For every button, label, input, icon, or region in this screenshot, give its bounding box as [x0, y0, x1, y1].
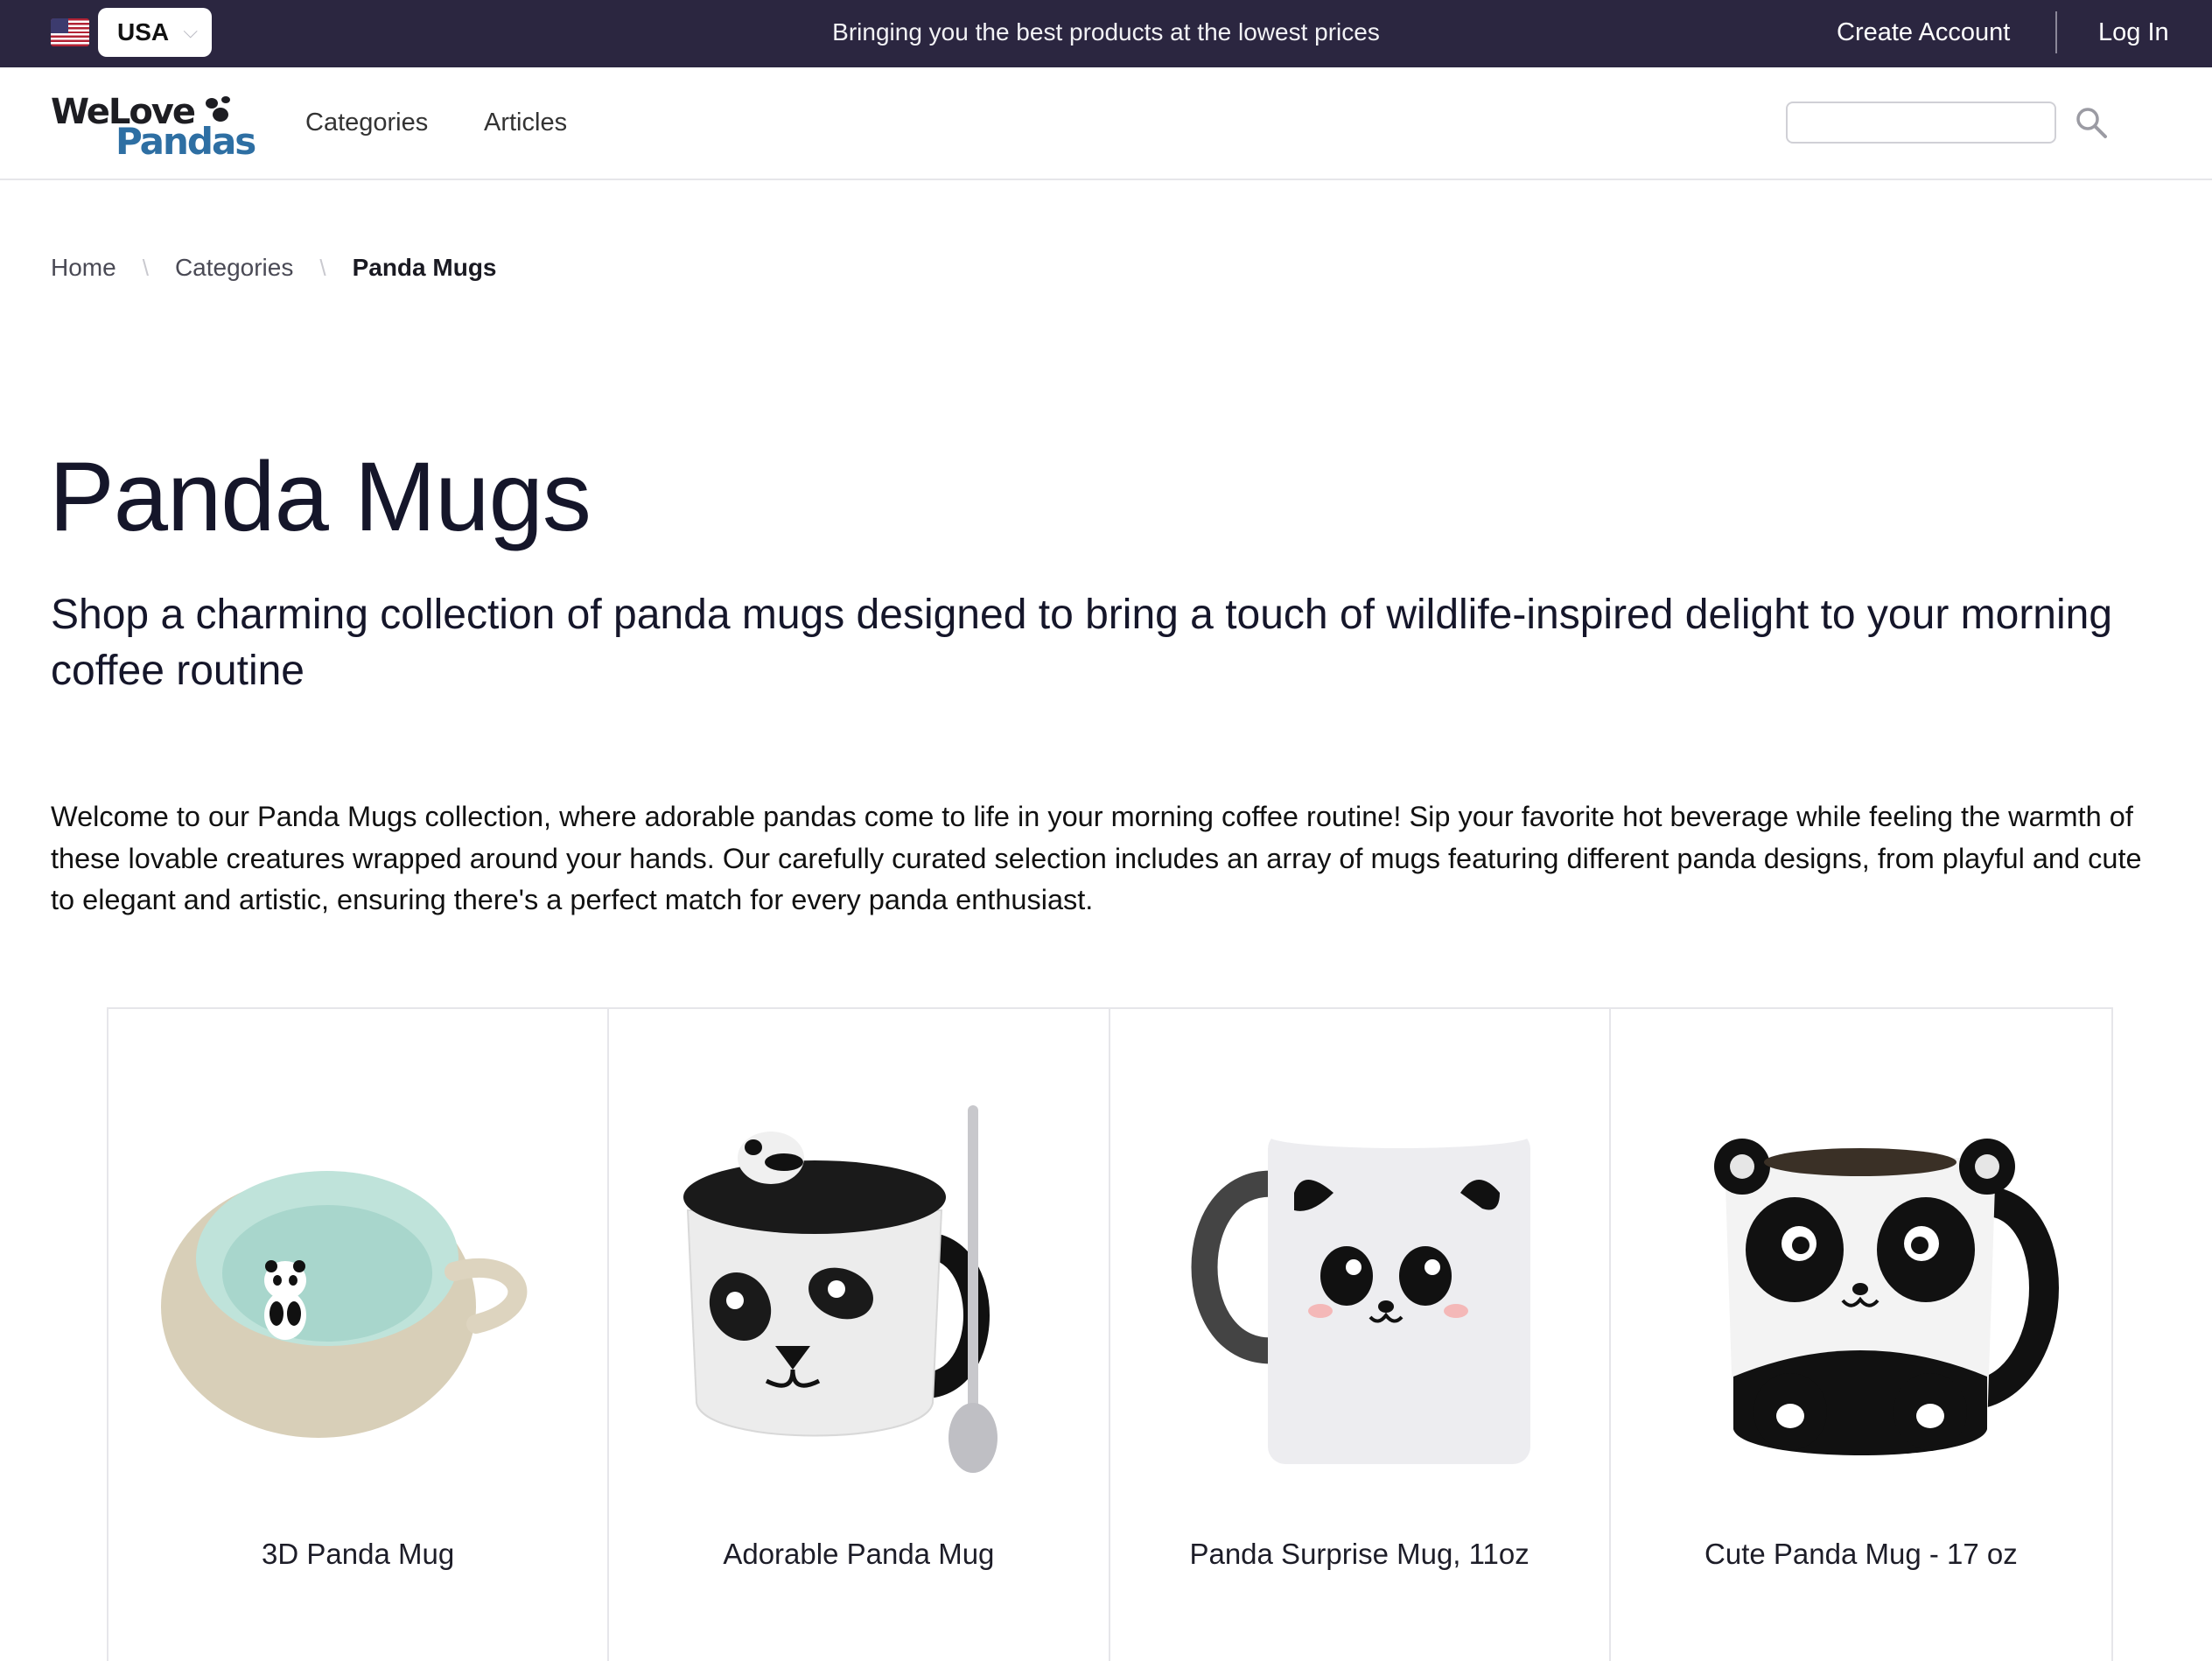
product-card[interactable]: Cute Panda Mug - 17 oz — [1611, 1009, 2111, 1661]
product-name[interactable]: Adorable Panda Mug — [609, 1538, 1108, 1571]
product-image[interactable] — [144, 1044, 575, 1517]
product-image[interactable] — [644, 1044, 1075, 1517]
logo-line-2: Pandas — [116, 120, 256, 163]
breadcrumb-categories[interactable]: Categories — [175, 254, 293, 282]
topbar-divider — [2055, 11, 2057, 53]
breadcrumb: Home \ Categories \ Panda Mugs — [51, 250, 497, 285]
search-icon[interactable] — [2074, 105, 2109, 140]
nav-categories[interactable]: Categories — [305, 67, 428, 180]
product-image[interactable] — [1646, 1044, 2077, 1517]
product-image[interactable] — [1145, 1044, 1577, 1517]
create-account-link[interactable]: Create Account — [1837, 0, 2010, 65]
page-title: Panda Mugs — [49, 442, 592, 551]
site-header: WeLove Pandas Categories Articles — [0, 67, 2212, 180]
breadcrumb-separator: \ — [142, 254, 149, 281]
product-grid: 3D Panda Mug Adorable Panda Mug Panda Su… — [107, 1007, 2113, 1661]
page-description: Welcome to our Panda Mugs collection, wh… — [51, 801, 2142, 915]
site-logo[interactable]: WeLove Pandas — [51, 92, 261, 163]
product-card[interactable]: 3D Panda Mug — [108, 1009, 610, 1661]
product-name[interactable]: Panda Surprise Mug, 11oz — [1110, 1538, 1609, 1571]
product-card[interactable]: Adorable Panda Mug — [609, 1009, 1110, 1661]
breadcrumb-current: Panda Mugs — [352, 254, 497, 281]
product-name[interactable]: Cute Panda Mug - 17 oz — [1611, 1538, 2111, 1571]
log-in-link[interactable]: Log In — [2098, 0, 2169, 65]
product-name[interactable]: 3D Panda Mug — [108, 1538, 607, 1571]
breadcrumb-home[interactable]: Home — [51, 254, 116, 282]
nav-articles[interactable]: Articles — [484, 67, 567, 180]
search-input[interactable] — [1786, 102, 2056, 144]
page-subtitle: Shop a charming collection of panda mugs… — [51, 592, 2113, 694]
top-bar: USA ⌵ Bringing you the best products at … — [0, 0, 2212, 67]
breadcrumb-separator: \ — [319, 254, 326, 281]
product-card[interactable]: Panda Surprise Mug, 11oz — [1110, 1009, 1611, 1661]
